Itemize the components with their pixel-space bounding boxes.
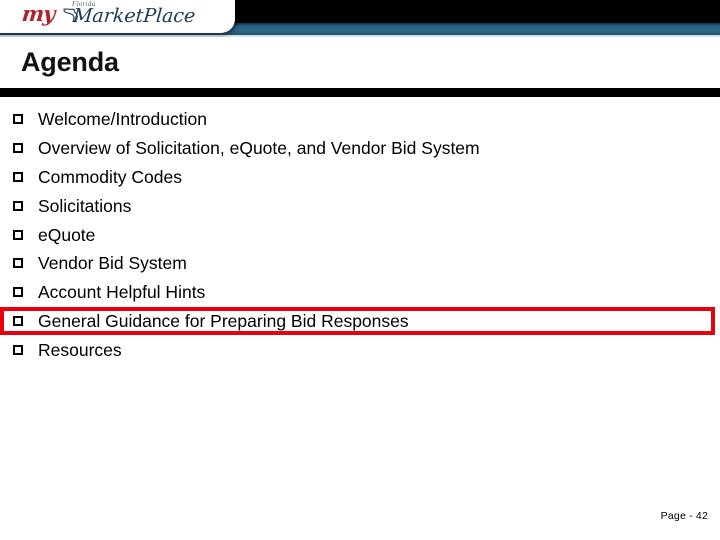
list-item-label: Resources bbox=[38, 339, 122, 360]
myfloridamarketplace-logo: my Florida MarketPlace bbox=[0, 0, 235, 33]
list-item-label: Account Helpful Hints bbox=[38, 282, 206, 303]
agenda-list: Welcome/Introduction Overview of Solicit… bbox=[0, 105, 720, 364]
header-underline bbox=[0, 35, 720, 37]
hollow-square-bullet-icon bbox=[13, 315, 23, 326]
logo-marketplace-text: MarketPlace bbox=[72, 5, 197, 27]
title-divider-rule bbox=[0, 88, 720, 97]
list-item[interactable]: Overview of Solicitation, eQuote, and Ve… bbox=[0, 134, 720, 163]
hollow-square-bullet-icon bbox=[13, 171, 23, 182]
hollow-square-bullet-icon bbox=[13, 287, 23, 298]
list-item[interactable]: eQuote bbox=[0, 220, 720, 249]
page-number: Page - 42 bbox=[660, 510, 708, 522]
list-item-label: General Guidance for Preparing Bid Respo… bbox=[38, 310, 409, 331]
hollow-square-bullet-icon bbox=[13, 200, 23, 211]
list-item[interactable]: Commodity Codes bbox=[0, 163, 720, 192]
list-item-label: eQuote bbox=[38, 224, 96, 245]
list-item-label: Overview of Solicitation, eQuote, and Ve… bbox=[38, 138, 480, 159]
hollow-square-bullet-icon bbox=[13, 229, 23, 240]
list-item-label: Welcome/Introduction bbox=[38, 109, 207, 130]
list-item-label: Commodity Codes bbox=[38, 166, 182, 187]
list-item[interactable]: Account Helpful Hints bbox=[0, 278, 720, 307]
list-item[interactable]: Vendor Bid System bbox=[0, 249, 720, 278]
list-item-label: Vendor Bid System bbox=[38, 253, 187, 274]
hollow-square-bullet-icon bbox=[13, 258, 23, 269]
list-item-highlighted[interactable]: General Guidance for Preparing Bid Respo… bbox=[0, 306, 720, 336]
hollow-square-bullet-icon bbox=[13, 143, 23, 154]
page-title: Agenda bbox=[21, 47, 119, 77]
logo-plaque: my Florida MarketPlace bbox=[0, 0, 235, 33]
list-item-label: Solicitations bbox=[38, 195, 132, 216]
hollow-square-bullet-icon bbox=[13, 344, 23, 355]
list-item[interactable]: Welcome/Introduction bbox=[0, 105, 720, 134]
list-item[interactable]: Resources bbox=[0, 335, 720, 364]
logo-my-text: my bbox=[20, 1, 56, 26]
hollow-square-bullet-icon bbox=[13, 114, 23, 125]
slide-header: my Florida MarketPlace bbox=[0, 0, 720, 37]
list-item[interactable]: Solicitations bbox=[0, 191, 720, 220]
